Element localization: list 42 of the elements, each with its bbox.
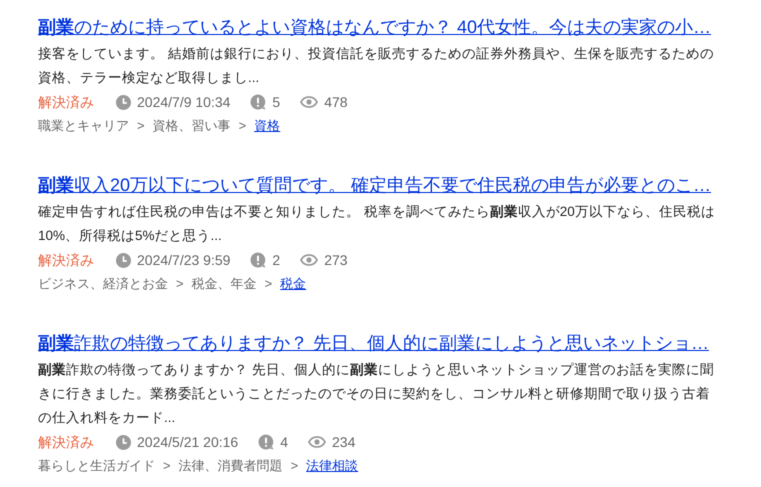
breadcrumb-separator: > [290,457,298,475]
breadcrumb-separator: > [264,275,272,293]
view-count: 478 [324,93,348,112]
post-date: 2024/5/21 20:16 [137,433,238,452]
status-label: 解決済み [38,433,94,452]
category-label: 暮らしと生活ガイド [38,457,155,475]
answer-count: 2 [272,251,280,270]
category-label: 資格、習い事 [152,117,231,135]
breadcrumb-separator: > [163,457,171,475]
question-title-link[interactable]: 副業詐欺の特徴ってありますか？ 先日、個人的に副業にしようと思いネットショ… [38,329,761,357]
view-count: 273 [324,251,348,270]
status-label: 解決済み [38,251,94,270]
post-date: 2024/7/9 10:34 [137,93,230,112]
category-label: 職業とキャリア [38,117,129,135]
question-title-link[interactable]: 副業のために持っているとよい資格はなんですか？ 40代女性。今は夫の実家の小… [38,13,761,41]
status-label: 解決済み [38,93,94,112]
category-link[interactable]: 資格 [254,114,280,138]
breadcrumb-separator: > [137,117,145,135]
question-snippet: 接客をしています。 結婚前は銀行におり、投資信託を販売するための証券外務員や、生保を販売するための資格、テラー検定など取得しまし... [38,45,715,87]
answer-bubble-icon [250,94,266,110]
category-link[interactable]: 法律相談 [306,454,358,478]
category-label: 法律、消費者問題 [178,457,283,475]
answer-bubble-icon [250,252,266,268]
post-date: 2024/7/23 9:59 [137,251,230,270]
clock-icon [116,252,131,268]
breadcrumb-separator: > [176,275,184,293]
category-label: 税金、年金 [192,275,257,293]
clock-icon [116,94,131,110]
question-snippet: 確定申告すれば住民税の申告は不要と知りました。 税率を調べてみたら副業収入が20万以下なら、住民税は10%、所得税は5%だと思う... [38,203,716,245]
question-title-link[interactable]: 副業収入20万以下について質問です。 確定申告不要で住民税の申告が必要とのこ… [38,171,761,199]
clock-icon [116,434,131,450]
answer-bubble-icon [258,434,274,450]
view-count: 234 [332,433,356,452]
answer-count: 5 [272,93,280,112]
answer-count: 4 [280,433,288,452]
eye-icon [300,96,318,108]
breadcrumb-separator: > [238,117,246,135]
eye-icon [300,254,318,266]
eye-icon [308,436,326,448]
question-snippet: 副業詐欺の特徴ってありますか？ 先日、個人的に副業にしようと思いネットショップ運営のお話を実際に聞きに行きました。業務委託ということだったのでその日に契約をし、コンサル料と研修期間で取り扱う古着の仕入れ料をカード... [38,361,715,427]
category-label: ビジネス、経済とお金 [38,275,168,293]
category-link[interactable]: 税金 [280,272,306,296]
